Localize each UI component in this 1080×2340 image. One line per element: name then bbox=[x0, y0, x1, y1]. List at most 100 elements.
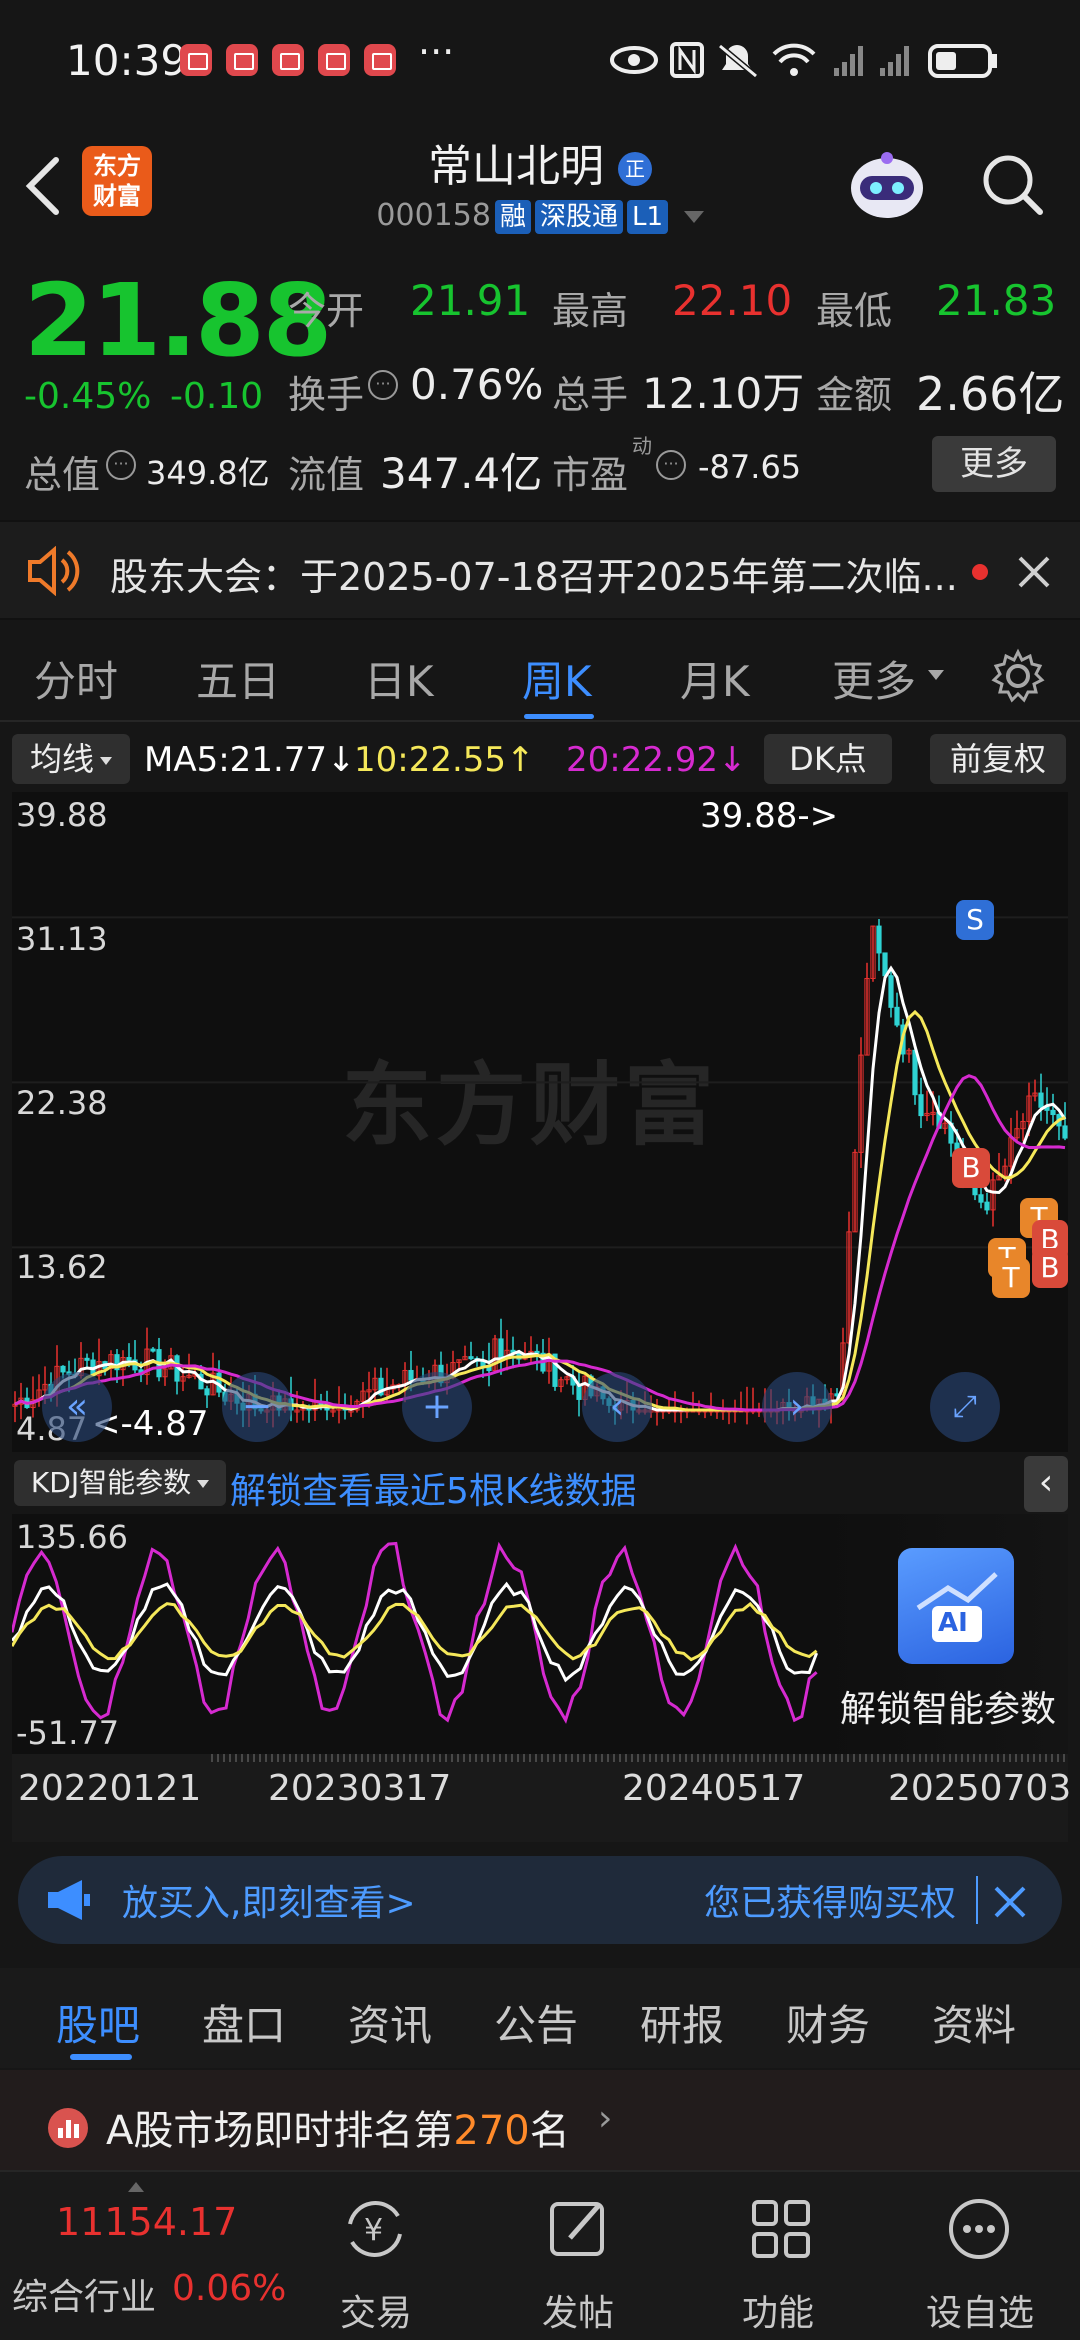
y-tick-label: 39.88 bbox=[16, 796, 108, 834]
active-tab-indicator bbox=[524, 714, 594, 719]
t-signal[interactable]: T bbox=[992, 1258, 1030, 1298]
gear-icon[interactable] bbox=[990, 648, 1046, 704]
tab-profile[interactable]: 资料 bbox=[932, 1992, 1016, 2053]
signal-icon bbox=[880, 46, 909, 76]
notice-bar[interactable]: 股东大会：于2025-07-18召开2025年第二次临... bbox=[0, 520, 1080, 620]
scroll-left-button[interactable]: ‹ bbox=[582, 1372, 652, 1442]
index-name[interactable]: 综合行业 bbox=[12, 2268, 156, 2320]
zoom-in-button[interactable]: + bbox=[402, 1372, 472, 1442]
candle-body bbox=[408, 1369, 414, 1381]
candle-body bbox=[576, 1384, 582, 1400]
unlock-kline-link[interactable]: 解锁查看最近5根K线数据 bbox=[230, 1462, 637, 1514]
buy-signal[interactable]: B bbox=[1032, 1248, 1068, 1288]
ma-row: 均线 MA5:21.77↓ 10:22.55↑ 20:22.92↓ DK点 前复… bbox=[0, 730, 1080, 788]
trade-label[interactable]: 交易 bbox=[306, 2284, 446, 2336]
volume-value: 12.10万 bbox=[642, 369, 805, 418]
candle-body bbox=[60, 1365, 66, 1373]
price-adjust-button[interactable]: 前复权 bbox=[930, 734, 1066, 784]
more-circle-icon[interactable] bbox=[944, 2194, 1014, 2264]
change-percent: -0.45% bbox=[24, 376, 152, 417]
add-watchlist-label[interactable]: 设自选 bbox=[910, 2284, 1050, 2336]
ma-selector[interactable]: 均线 bbox=[12, 734, 130, 784]
edit-post-icon[interactable] bbox=[544, 2194, 614, 2264]
date-label: 20230317 bbox=[268, 1768, 452, 1809]
tab-financials[interactable]: 财务 bbox=[786, 1992, 870, 2053]
status-bar: 10:39 ··· bbox=[0, 0, 1080, 120]
fullscreen-icon[interactable]: ⤢ bbox=[930, 1372, 1000, 1442]
notification-icon bbox=[318, 44, 350, 76]
amount-value: 2.66亿 bbox=[916, 367, 1065, 421]
tab-daily-k[interactable]: 日K bbox=[364, 648, 434, 709]
tab-monthly-k[interactable]: 月K bbox=[680, 648, 750, 709]
signal-icon bbox=[834, 46, 863, 76]
volume-label: 总手 bbox=[552, 373, 629, 417]
scroll-right-button[interactable]: › bbox=[762, 1372, 832, 1442]
zoom-out-button[interactable]: − bbox=[222, 1372, 292, 1442]
tag-connect: 深股通 bbox=[534, 199, 623, 234]
ai-unlock-panel[interactable]: AI 解锁智能参数 bbox=[824, 1514, 1068, 1754]
kdj-chart[interactable]: 135.66 -51.77 AI 解锁智能参数 bbox=[12, 1514, 1068, 1754]
ai-unlock-text: 解锁智能参数 bbox=[840, 1689, 1057, 1730]
tab-news[interactable]: 资讯 bbox=[348, 1992, 432, 2053]
kdj-selector[interactable]: KDJ智能参数 bbox=[14, 1460, 226, 1506]
kdj-selector-label: KDJ智能参数 bbox=[30, 1466, 192, 1499]
tab-orderbook[interactable]: 盘口 bbox=[202, 1992, 286, 2053]
tab-research[interactable]: 研报 bbox=[640, 1992, 724, 2053]
candle-body bbox=[84, 1357, 90, 1361]
index-value[interactable]: 11154.17 bbox=[56, 2200, 237, 2244]
index-change: 0.06% bbox=[172, 2268, 287, 2309]
candle-body bbox=[150, 1348, 156, 1352]
weekly-k-chart[interactable]: 东方财富 39.88 31.13 22.38 13.62 4.87 39.88-… bbox=[12, 792, 1068, 1452]
grid-icon[interactable] bbox=[746, 2194, 816, 2264]
ma20-value: 20:22.92↓ bbox=[566, 740, 747, 780]
candle-body bbox=[126, 1357, 132, 1361]
chevron-down-icon bbox=[100, 757, 112, 765]
high-value: 22.10 bbox=[672, 276, 793, 325]
robot-assistant-icon[interactable] bbox=[842, 140, 932, 230]
status-time: 10:39 bbox=[66, 36, 188, 85]
low-label: 最低 bbox=[816, 289, 893, 333]
dk-point-button[interactable]: DK点 bbox=[764, 734, 892, 784]
close-icon[interactable] bbox=[1014, 552, 1054, 592]
dropdown-caret-icon[interactable] bbox=[683, 210, 704, 223]
kdj-y-min: -51.77 bbox=[16, 1714, 120, 1752]
info-icon[interactable]: ··· bbox=[656, 450, 686, 480]
scroll-start-button[interactable]: « bbox=[42, 1372, 112, 1442]
total-value-label: 总值 bbox=[24, 453, 101, 497]
tab-more[interactable]: 更多 bbox=[832, 648, 916, 709]
buy-signal[interactable]: B bbox=[952, 1148, 990, 1188]
close-icon[interactable] bbox=[990, 1882, 1030, 1922]
candle-body bbox=[894, 1006, 900, 1026]
search-icon[interactable] bbox=[978, 150, 1048, 220]
turnover-label: 换手 bbox=[288, 373, 365, 417]
ma10-line bbox=[14, 1009, 1066, 1412]
float-value-label: 流值 bbox=[288, 453, 365, 497]
ai-label: AI bbox=[938, 1608, 968, 1638]
ai-chart-icon: AI bbox=[898, 1548, 1014, 1664]
post-label[interactable]: 发帖 bbox=[508, 2284, 648, 2336]
rank-chart-icon bbox=[48, 2108, 88, 2148]
unread-dot bbox=[972, 564, 988, 580]
tab-intraday[interactable]: 分时 bbox=[34, 648, 118, 709]
nfc-icon bbox=[670, 42, 704, 78]
low-value: 21.83 bbox=[936, 276, 1057, 325]
eye-icon bbox=[610, 46, 658, 74]
more-button[interactable]: 更多 bbox=[932, 436, 1056, 492]
promo-banner[interactable]: 放买入,即刻查看> 您已获得购买权 bbox=[18, 1856, 1062, 1944]
trade-icon[interactable]: ¥ bbox=[340, 2194, 410, 2264]
info-icon[interactable]: ··· bbox=[368, 370, 398, 400]
tab-weekly-k[interactable]: 周K bbox=[522, 648, 592, 709]
functions-label[interactable]: 功能 bbox=[708, 2284, 848, 2336]
info-icon[interactable]: ··· bbox=[106, 450, 136, 480]
sell-signal[interactable]: S bbox=[956, 900, 994, 940]
battery-icon bbox=[928, 44, 997, 78]
k-chart-canvas bbox=[12, 916, 1068, 1428]
tab-announcements[interactable]: 公告 bbox=[494, 1992, 578, 2053]
market-rank-bar[interactable]: A股市场即时排名第270名 › bbox=[0, 2070, 1080, 2170]
tab-forum[interactable]: 股吧 bbox=[56, 1992, 140, 2053]
collapse-left-icon[interactable]: ‹ bbox=[1024, 1456, 1068, 1512]
stock-header: 东方财富 常山北明 正 000158 融深股通 L1 bbox=[0, 120, 1080, 248]
tab-five-day[interactable]: 五日 bbox=[196, 648, 280, 709]
scroll-ruler[interactable] bbox=[12, 1754, 1068, 1766]
tag-margin: 融 bbox=[494, 199, 531, 234]
